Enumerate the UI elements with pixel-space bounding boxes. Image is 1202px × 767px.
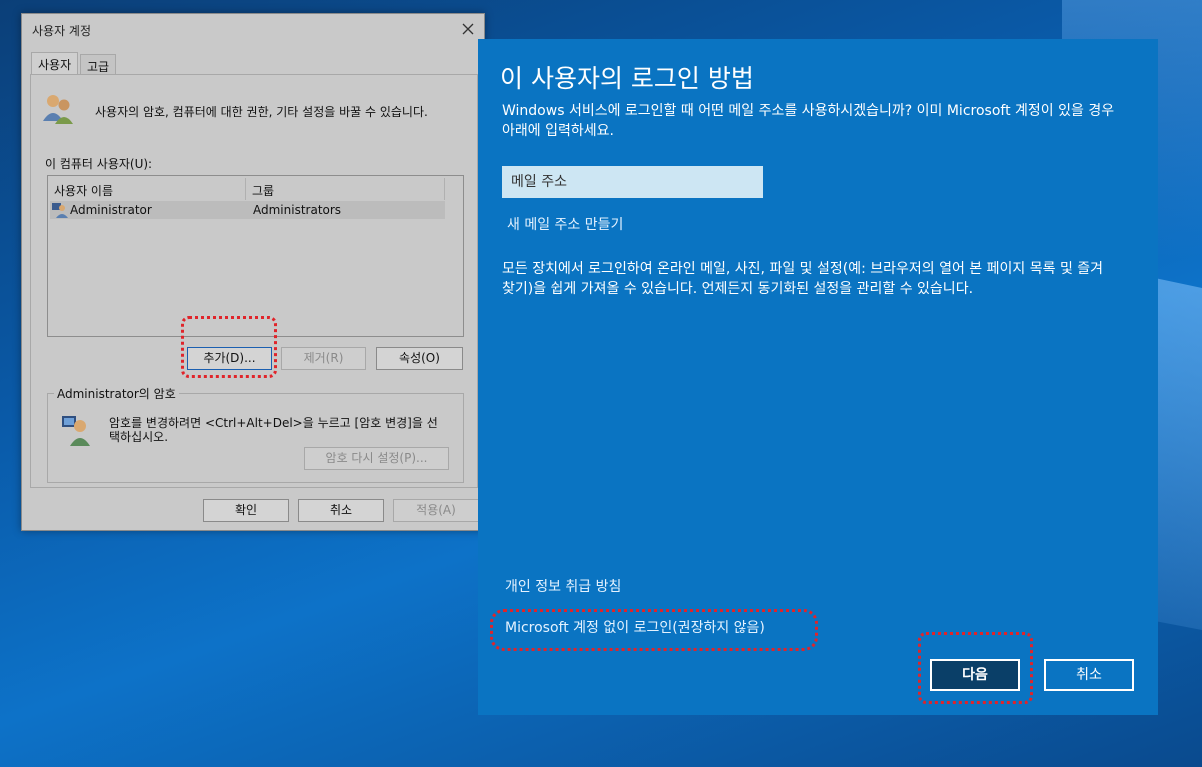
no-account-link-highlight	[490, 609, 818, 651]
column-header-username[interactable]: 사용자 이름	[48, 178, 246, 200]
next-button-highlight	[918, 632, 1033, 704]
dialog-title: 사용자 계정	[32, 24, 92, 38]
user-accounts-dialog: 사용자 계정 사용자 고급 사용자의 암호, 컴퓨터에 대한 권한, 기타 설정…	[21, 13, 485, 531]
reset-password-button[interactable]: 암호 다시 설정(P)...	[304, 447, 449, 470]
tab-users[interactable]: 사용자	[31, 52, 79, 75]
ok-button[interactable]: 확인	[203, 499, 289, 522]
properties-button[interactable]: 속성(O)	[376, 347, 463, 370]
signin-benefits-text: 모든 장치에서 로그인하여 온라인 메일, 사진, 파일 및 설정(예: 브라우…	[502, 261, 1104, 297]
cancel-button[interactable]: 취소	[1044, 659, 1134, 691]
users-listview[interactable]: 사용자 이름 그룹 Administrator Administrators	[47, 175, 464, 337]
close-icon[interactable]	[458, 19, 478, 39]
column-header-group[interactable]: 그룹	[246, 178, 445, 200]
dialog-cancel-button[interactable]: 취소	[298, 499, 384, 522]
privacy-policy-link[interactable]: 개인 정보 취급 방침	[505, 576, 621, 596]
password-group-label: Administrator의 암호	[54, 385, 179, 402]
column-username-label: 사용자 이름	[54, 184, 114, 198]
intro-text: 사용자의 암호, 컴퓨터에 대한 권한, 기타 설정을 바꿀 수 있습니다.	[95, 105, 428, 119]
remove-user-button[interactable]: 제거(R)	[281, 347, 366, 370]
create-email-link[interactable]: 새 메일 주소 만들기	[507, 214, 623, 234]
password-instructions-line2: 택하십시오.	[109, 430, 169, 444]
signin-description: Windows 서비스에 로그인할 때 어떤 메일 주소를 사용하시겠습니까? …	[502, 103, 1115, 139]
tab-advanced-label: 고급	[87, 60, 110, 74]
apply-button[interactable]: 적용(A)	[393, 499, 479, 522]
table-row[interactable]: Administrator Administrators	[50, 201, 445, 219]
tab-users-label: 사용자	[38, 58, 72, 72]
add-button-highlight	[181, 316, 277, 378]
column-group-label: 그룹	[252, 184, 275, 198]
password-groupbox: Administrator의 암호 암호를 변경하려면 <Ctrl+Alt+De…	[47, 385, 464, 483]
tab-advanced[interactable]: 고급	[80, 54, 117, 75]
user-password-icon	[62, 414, 92, 449]
row-group: Administrators	[253, 203, 342, 217]
page-title: 이 사용자의 로그인 방법	[500, 64, 754, 93]
row-username: Administrator	[70, 203, 152, 217]
user-icon	[52, 202, 68, 221]
dialog-titlebar: 사용자 계정	[22, 14, 484, 44]
users-group-icon	[41, 91, 75, 128]
users-list-label: 이 컴퓨터 사용자(U):	[45, 157, 153, 171]
users-tab-panel: 사용자의 암호, 컴퓨터에 대한 권한, 기타 설정을 바꿀 수 있습니다. 이…	[30, 74, 478, 488]
email-field[interactable]	[502, 166, 763, 198]
